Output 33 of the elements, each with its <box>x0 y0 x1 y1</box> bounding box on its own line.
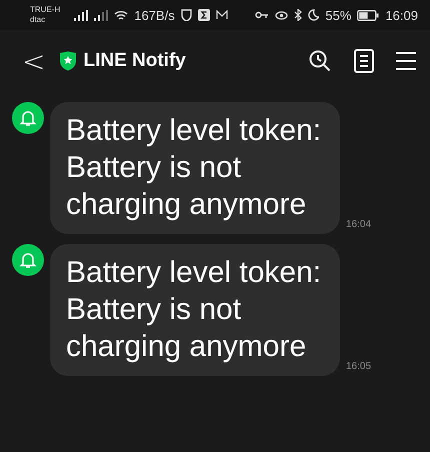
chat-title: LINE Notify <box>83 50 186 72</box>
mail-icon <box>216 10 228 20</box>
moon-icon <box>308 9 320 21</box>
signal-icon <box>94 10 108 20</box>
back-button[interactable]: < <box>22 44 46 78</box>
battery-percent: 55% <box>325 8 352 22</box>
network-speed: 167B/s <box>134 8 175 22</box>
wifi-icon <box>114 10 128 20</box>
clock: 16:09 <box>385 8 418 22</box>
bluetooth-icon <box>294 9 302 21</box>
signal-icon <box>74 10 88 20</box>
carrier-name: TRUE-H <box>30 5 60 15</box>
menu-icon <box>396 51 416 71</box>
eye-icon <box>275 10 288 20</box>
message-time: 16:05 <box>346 361 372 372</box>
notes-button[interactable] <box>354 49 374 73</box>
shield-icon <box>59 51 78 71</box>
bell-icon <box>19 109 37 127</box>
key-icon <box>255 11 270 19</box>
avatar[interactable] <box>12 244 44 276</box>
shield-icon <box>180 9 192 21</box>
bell-icon <box>19 251 37 269</box>
message-time: 16:04 <box>346 219 372 230</box>
document-icon <box>354 49 374 73</box>
battery-icon <box>357 10 380 20</box>
search-button[interactable] <box>308 49 332 73</box>
carrier-name: dtac <box>30 15 46 25</box>
search-icon <box>308 49 332 73</box>
menu-button[interactable] <box>396 51 416 71</box>
message-bubble: Battery level token: Battery is not charging anymore <box>50 102 340 234</box>
message-bubble: Battery level token: Battery is not charging anymore <box>50 244 340 376</box>
avatar[interactable] <box>12 102 44 134</box>
sigma-icon <box>198 9 210 21</box>
